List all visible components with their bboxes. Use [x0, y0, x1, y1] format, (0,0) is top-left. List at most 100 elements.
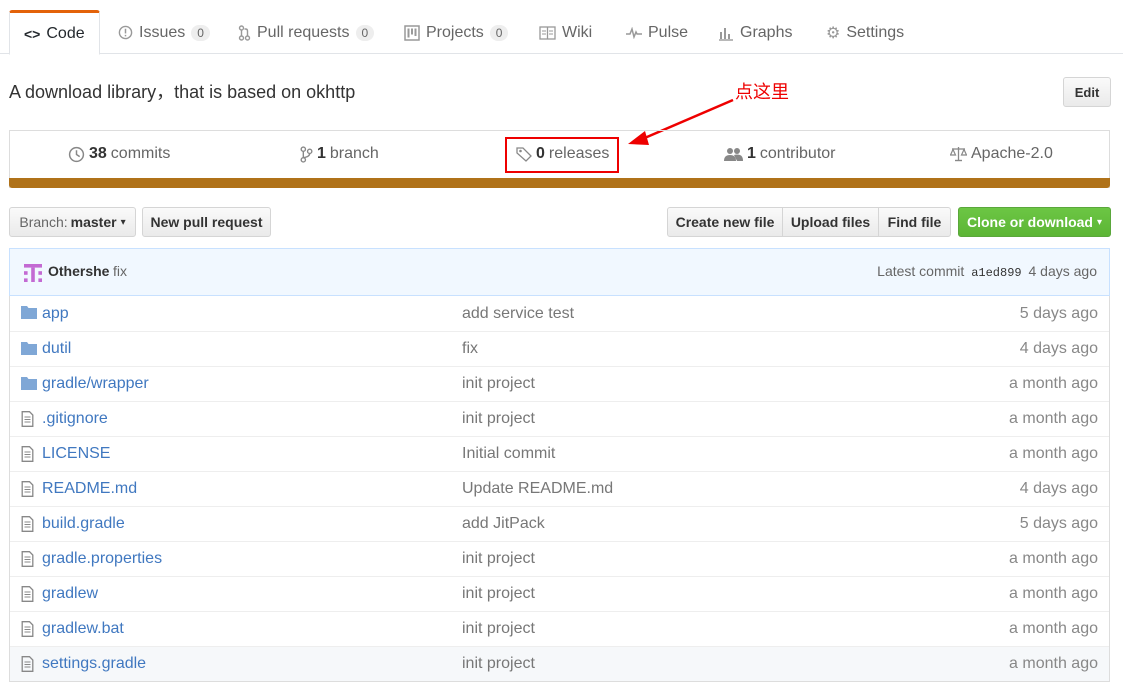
table-row: gradlew.bat init project a month ago — [10, 611, 1109, 646]
file-icon — [21, 446, 34, 462]
file-commit-message[interactable]: init project — [462, 410, 535, 428]
pull-requests-counter: 0 — [355, 24, 375, 41]
file-age: 5 days ago — [1019, 515, 1098, 532]
tab-pull-requests[interactable]: Pull requests 0 — [238, 10, 375, 55]
file-icon — [21, 621, 34, 637]
tab-projects[interactable]: Projects 0 — [404, 10, 509, 55]
file-commit-message[interactable]: init project — [462, 550, 535, 568]
file-name-link[interactable]: app — [42, 305, 69, 323]
file-commit-message[interactable]: init project — [462, 375, 535, 393]
file-name-link[interactable]: gradlew.bat — [42, 620, 124, 638]
license-link[interactable]: Apache-2.0 — [950, 145, 1053, 163]
file-icon — [21, 411, 34, 427]
file-commit-message[interactable]: init project — [462, 655, 535, 673]
tab-label: Wiki — [562, 23, 593, 41]
file-age: a month ago — [1009, 655, 1098, 672]
branches-link[interactable]: 1 branch — [300, 145, 379, 163]
file-name-link[interactable]: gradle.properties — [42, 550, 162, 568]
edit-description-button[interactable]: Edit — [1063, 77, 1111, 107]
commit-tease: Othershe fix Latest commit a1ed899 4 day… — [9, 248, 1110, 296]
tab-label: Issues — [139, 23, 186, 41]
file-age: 4 days ago — [1019, 480, 1098, 497]
repo-description: A download library，that is based on okht… — [9, 82, 356, 102]
branch-select-button[interactable]: Branch: master ▾ — [9, 207, 136, 237]
file-name-link[interactable]: .gitignore — [42, 410, 108, 428]
file-commit-message[interactable]: add service test — [462, 305, 574, 323]
file-name-link[interactable]: README.md — [42, 480, 137, 498]
tab-label: Pull requests — [257, 23, 350, 41]
tab-issues[interactable]: Issues 0 — [118, 10, 210, 55]
table-row: .gitignore init project a month ago — [10, 401, 1109, 436]
file-age: a month ago — [1009, 375, 1098, 392]
tab-label: Code — [46, 24, 85, 42]
tab-settings[interactable]: ⚙ Settings — [826, 10, 904, 55]
file-commit-message[interactable]: init project — [462, 585, 535, 603]
tab-graphs[interactable]: Graphs — [718, 10, 792, 55]
file-commit-message[interactable]: Update README.md — [462, 480, 613, 498]
tab-wiki[interactable]: Wiki — [539, 10, 592, 55]
file-commit-message[interactable]: fix — [462, 340, 478, 358]
latest-commit-prefix: Latest commit — [877, 263, 965, 279]
file-name-link[interactable]: gradle/wrapper — [42, 375, 149, 393]
file-name-link[interactable]: build.gradle — [42, 515, 125, 533]
file-icon — [21, 481, 34, 497]
book-icon — [539, 25, 556, 40]
upload-files-button[interactable]: Upload files — [782, 207, 879, 237]
language-bar — [9, 178, 1110, 188]
file-name-link[interactable]: LICENSE — [42, 445, 110, 463]
create-new-file-button[interactable]: Create new file — [667, 207, 783, 237]
table-row: README.md Update README.md 4 days ago — [10, 471, 1109, 506]
annotation-text: 点这里 — [735, 82, 789, 102]
commits-label: commits — [110, 145, 171, 162]
project-icon — [404, 24, 420, 41]
file-commit-message[interactable]: add JitPack — [462, 515, 545, 533]
find-file-button[interactable]: Find file — [878, 207, 951, 237]
file-name-link[interactable]: dutil — [42, 340, 71, 358]
new-pull-request-button[interactable]: New pull request — [142, 207, 271, 237]
table-row: LICENSE Initial commit a month ago — [10, 436, 1109, 471]
contributor-label: contributor — [759, 145, 836, 162]
commits-link[interactable]: 38 commits — [68, 145, 170, 163]
avatar[interactable] — [24, 264, 42, 282]
commit-author[interactable]: Othershe — [48, 263, 109, 279]
gear-icon: ⚙ — [826, 24, 841, 42]
table-row: settings.gradle init project a month ago — [10, 646, 1109, 681]
file-icon — [21, 656, 34, 672]
clone-label: Clone or download — [966, 214, 1093, 230]
branch-prefix: Branch: — [19, 214, 68, 230]
tab-label: Graphs — [740, 23, 793, 41]
commit-sha[interactable]: a1ed899 — [971, 266, 1021, 280]
code-icon: <> — [24, 25, 41, 42]
table-row: gradle.properties init project a month ago — [10, 541, 1109, 576]
file-age: a month ago — [1009, 445, 1098, 462]
issues-counter: 0 — [191, 24, 210, 41]
branch-icon — [300, 145, 313, 163]
tab-code[interactable]: <> Code — [9, 10, 100, 55]
tab-label: Pulse — [648, 23, 689, 41]
file-age: a month ago — [1009, 620, 1098, 637]
file-age: a month ago — [1009, 585, 1098, 602]
clone-or-download-button[interactable]: Clone or download ▾ — [958, 207, 1111, 237]
commit-message[interactable]: fix — [113, 263, 127, 279]
releases-highlight-box — [505, 137, 619, 173]
tab-label: Projects — [426, 23, 484, 41]
law-icon — [950, 146, 967, 162]
file-name-link[interactable]: settings.gradle — [42, 655, 146, 673]
table-row: app add service test 5 days ago — [10, 296, 1109, 331]
table-row: dutil fix 4 days ago — [10, 331, 1109, 366]
folder-icon — [21, 305, 37, 319]
file-commit-message[interactable]: init project — [462, 620, 535, 638]
tab-pulse[interactable]: Pulse — [626, 10, 688, 55]
file-commit-message[interactable]: Initial commit — [462, 445, 555, 463]
contributors-link[interactable]: 1 contributor — [724, 145, 836, 163]
projects-counter: 0 — [489, 24, 509, 41]
file-name-link[interactable]: gradlew — [42, 585, 98, 603]
file-age: a month ago — [1009, 410, 1098, 427]
branch-label: branch — [329, 145, 379, 162]
folder-icon — [21, 341, 37, 355]
tab-label: Settings — [846, 23, 905, 41]
branch-name: master — [70, 214, 117, 230]
commit-age: 4 days ago — [1028, 263, 1098, 279]
graph-icon — [718, 25, 734, 41]
license-label: Apache-2.0 — [971, 145, 1053, 162]
